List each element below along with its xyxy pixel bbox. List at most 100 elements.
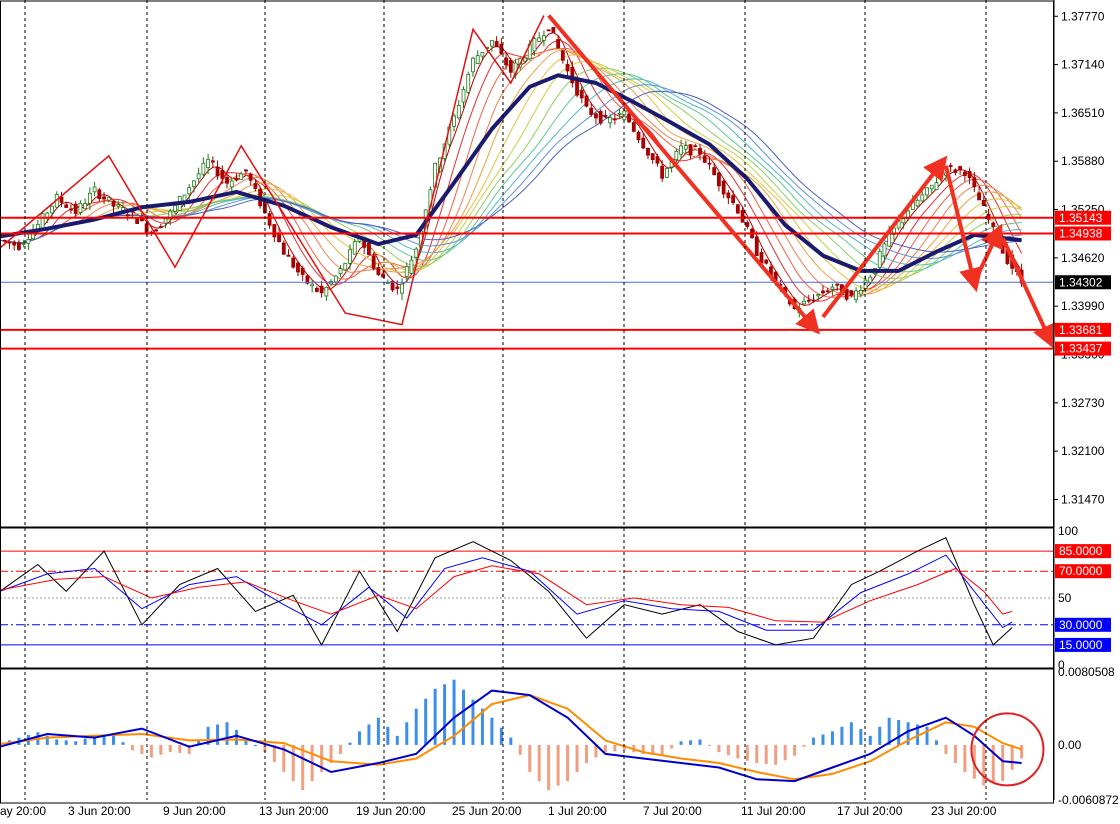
candle-body xyxy=(679,145,683,155)
candle-body xyxy=(272,224,277,238)
macd-histogram-bar xyxy=(726,744,730,756)
macd-histogram-bar xyxy=(216,724,220,745)
time-tick-label: 11 Jul 20:00 xyxy=(741,804,806,818)
price-tick-label: 1.31470 xyxy=(1061,492,1105,506)
candle-body xyxy=(835,283,840,286)
candle-body xyxy=(414,248,419,258)
candle-body xyxy=(206,158,211,168)
price-level-tag: 1.33437 xyxy=(1055,341,1111,356)
candle-body xyxy=(69,208,73,211)
macd-histogram-bar xyxy=(168,744,172,753)
candle-body xyxy=(50,205,54,214)
macd-tick-label: 0.00 xyxy=(1058,738,1082,752)
candle-body xyxy=(721,180,726,195)
macd-histogram-bar xyxy=(802,744,806,747)
candle-body xyxy=(154,229,158,232)
candle-body xyxy=(158,226,163,229)
candle-body xyxy=(135,217,140,224)
macd-histogram-bar xyxy=(963,744,967,773)
ma-ribbon-line xyxy=(0,90,1022,253)
candle-body xyxy=(830,286,835,290)
macd-histogram-bar xyxy=(868,735,872,745)
macd-signal-line xyxy=(0,694,1022,781)
trend-arrow xyxy=(1000,237,1055,350)
candle-body xyxy=(962,171,967,177)
candle-body xyxy=(248,173,253,181)
time-tick-label: ay 20:00 xyxy=(0,804,46,818)
candle-body xyxy=(253,183,258,189)
ma-ribbon-line xyxy=(0,60,1022,286)
oscillator-tick-label: 100 xyxy=(1058,524,1078,538)
time-tick-label: 19 Jun 20:00 xyxy=(356,804,426,818)
candle-body xyxy=(466,74,471,93)
macd-histogram-bar xyxy=(130,744,134,751)
macd-histogram-bar xyxy=(424,698,428,745)
candle-body xyxy=(849,290,854,296)
candle-body xyxy=(825,290,830,293)
macd-histogram-bar xyxy=(849,722,853,745)
candle-body xyxy=(229,180,234,188)
candle-body xyxy=(475,55,480,65)
price-tick-label: 1.33990 xyxy=(1061,299,1105,313)
macd-histogram-bar xyxy=(774,744,778,765)
price-level-tag: 1.34938 xyxy=(1055,226,1111,241)
candle-body xyxy=(858,290,863,295)
price-tick-label: 1.37140 xyxy=(1061,58,1105,72)
macd-histogram-bar xyxy=(537,744,541,782)
candle-body xyxy=(863,279,868,290)
candle-body xyxy=(542,35,546,41)
candle-body xyxy=(314,287,319,292)
macd-histogram-bar xyxy=(670,744,674,749)
macd-histogram-bar xyxy=(149,744,153,758)
candle-body xyxy=(376,267,381,275)
macd-histogram-bar xyxy=(225,722,229,745)
candle-body xyxy=(556,39,561,49)
candle-body xyxy=(754,236,759,256)
candle-body xyxy=(636,131,641,141)
candle-body xyxy=(210,160,215,163)
candle-body xyxy=(125,214,130,217)
candle-body xyxy=(40,213,45,229)
candle-body xyxy=(821,290,825,294)
candle-body xyxy=(471,57,475,73)
macd-histogram-bar xyxy=(253,744,257,746)
macd-histogram-bar xyxy=(367,724,371,745)
candle-body xyxy=(735,204,740,214)
candle-body xyxy=(234,177,239,181)
macd-histogram-bar xyxy=(74,741,78,745)
macd-histogram-bar xyxy=(339,744,343,754)
candle-body xyxy=(196,173,201,180)
candle-body xyxy=(296,262,300,273)
candle-body xyxy=(698,148,702,155)
macd-histogram-bar xyxy=(812,737,816,745)
price-tick-label: 1.32730 xyxy=(1061,396,1105,410)
candle-body xyxy=(333,275,338,283)
candle-body xyxy=(991,222,996,227)
macd-histogram-bar xyxy=(897,719,901,745)
candle-body xyxy=(707,162,712,165)
candle-body xyxy=(26,238,31,244)
price-tick-label: 1.36510 xyxy=(1061,106,1105,120)
candle-body xyxy=(612,118,617,121)
candle-body xyxy=(367,242,371,255)
price-tick-label: 1.34620 xyxy=(1061,251,1105,265)
candle-body xyxy=(641,137,646,149)
candle-body xyxy=(286,254,291,257)
candle-body xyxy=(575,78,579,96)
annotation-circle xyxy=(970,712,1045,787)
macd-histogram-bar xyxy=(736,744,740,759)
price-level-tag-label: 1.33681 xyxy=(1059,323,1103,337)
macd-histogram-bar xyxy=(679,741,683,745)
price-level-tag-label: 1.35143 xyxy=(1059,211,1103,225)
macd-panel: 0.0080508 0.00 -0.0060872 xyxy=(0,665,1119,807)
candle-body xyxy=(664,168,669,178)
candle-body xyxy=(111,200,116,207)
candle-body xyxy=(523,57,527,62)
oscillator-panel: 10050085.000070.000030.000015.0000 xyxy=(0,524,1111,672)
candle-body xyxy=(17,242,21,250)
candle-body xyxy=(73,203,78,214)
oscillator-level-tag-label: 85.0000 xyxy=(1059,544,1103,558)
macd-histogram-bar xyxy=(859,729,863,745)
time-tick-label: 7 Jul 20:00 xyxy=(643,804,702,818)
macd-histogram-bar xyxy=(471,699,475,745)
